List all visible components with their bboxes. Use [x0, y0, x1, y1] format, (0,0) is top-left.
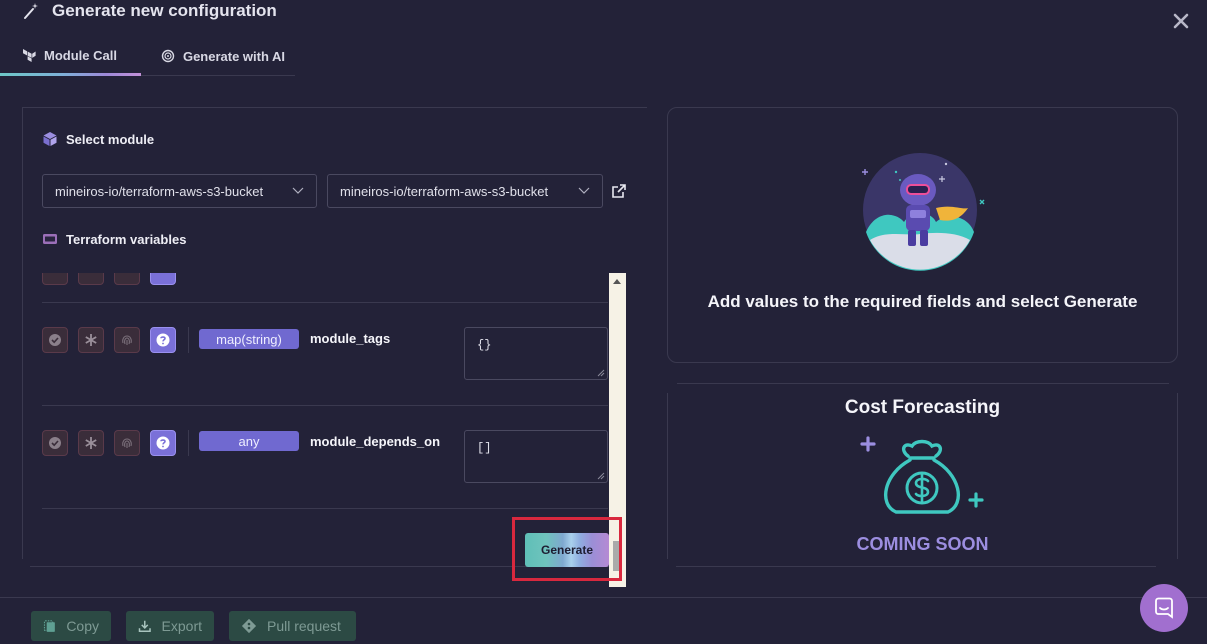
active-tab-indicator: [0, 73, 141, 76]
required-toggle[interactable]: [42, 327, 68, 353]
button-label: Copy: [66, 618, 99, 634]
terraform-variables-heading: Terraform variables: [42, 231, 186, 247]
git-icon: [241, 618, 257, 634]
cost-card-border: [676, 566, 1156, 567]
copy-button[interactable]: Copy: [31, 611, 111, 641]
input-value: {}: [477, 338, 492, 352]
input-value: []: [477, 441, 492, 455]
variable-value-input[interactable]: {}: [464, 327, 608, 380]
check-circle-icon: [49, 437, 61, 449]
pull-request-button[interactable]: Pull request: [229, 611, 356, 641]
dialog-title: Generate new configuration: [52, 1, 277, 20]
heading-text: Terraform variables: [66, 231, 187, 247]
money-bag-icon: [860, 436, 984, 514]
row-divider: [42, 405, 608, 406]
required-toggle[interactable]: [42, 430, 68, 456]
sensitive-toggle[interactable]: [114, 430, 140, 456]
select-value: mineiros-io/terraform-aws-s3-bucket: [340, 183, 549, 199]
variable-name: module_depends_on: [310, 434, 441, 449]
tab-generate-with-ai[interactable]: Generate with AI: [139, 36, 307, 76]
mandatory-toggle[interactable]: [78, 327, 104, 353]
cost-forecasting-title: Cost Forecasting: [844, 397, 1001, 418]
copy-icon: [43, 620, 55, 632]
close-icon[interactable]: [1171, 11, 1191, 31]
export-button[interactable]: Export: [126, 611, 214, 641]
resize-grip-icon[interactable]: [597, 472, 605, 480]
terraform-icon: [23, 49, 36, 62]
sensitive-toggle[interactable]: [114, 327, 140, 353]
vertical-separator: [188, 327, 189, 353]
result-message: Add values to the required fields and se…: [707, 292, 1138, 311]
question-icon: [156, 436, 170, 450]
download-icon: [138, 620, 151, 633]
asterisk-icon: [85, 437, 97, 449]
footer-divider: [0, 597, 1207, 598]
button-label: Export: [161, 618, 202, 634]
astronaut-illustration: [862, 153, 985, 271]
ai-spiral-icon: [161, 49, 175, 63]
variable-value-input[interactable]: []: [464, 430, 608, 483]
chat-support-button[interactable]: [1140, 584, 1188, 632]
mandatory-toggle[interactable]: [78, 430, 104, 456]
vertical-separator: [188, 430, 189, 456]
tab-bar: Module Call Generate with AI: [0, 36, 307, 78]
tab-module-call[interactable]: Module Call: [0, 36, 139, 76]
variable-name: module_tags: [310, 331, 391, 346]
select-module-heading: Select module: [42, 131, 154, 147]
module-source-select[interactable]: mineiros-io/terraform-aws-s3-bucket: [42, 174, 317, 208]
scroll-up-arrow-icon[interactable]: [613, 279, 621, 284]
help-button[interactable]: [150, 430, 176, 456]
highlight-box: [512, 517, 622, 581]
variables-icon: [43, 234, 57, 244]
cost-card-border: [677, 383, 1169, 384]
sensitive-toggle[interactable]: [114, 273, 140, 285]
fingerprint-icon: [122, 438, 132, 448]
help-button[interactable]: [150, 327, 176, 353]
external-link-icon[interactable]: [611, 183, 627, 199]
check-circle-icon: [49, 334, 61, 346]
module-name-select[interactable]: mineiros-io/terraform-aws-s3-bucket: [327, 174, 603, 208]
asterisk-icon: [85, 334, 97, 346]
heading-text: Select module: [66, 131, 155, 147]
row-divider: [42, 508, 608, 509]
cube-icon: [43, 132, 57, 146]
fingerprint-icon: [122, 335, 132, 345]
magic-wand-icon: [24, 3, 38, 19]
chevron-down-icon: [578, 187, 590, 194]
select-value: mineiros-io/terraform-aws-s3-bucket: [55, 183, 264, 199]
chevron-down-icon: [292, 187, 304, 194]
required-toggle[interactable]: [42, 273, 68, 285]
tab-label: Module Call: [44, 47, 117, 63]
button-label: Pull request: [267, 618, 341, 634]
type-badge: map(string): [199, 329, 299, 349]
mandatory-toggle[interactable]: [78, 273, 104, 285]
type-badge: any: [199, 431, 299, 451]
help-button[interactable]: [150, 273, 176, 285]
dialog-header: Generate new configuration: [22, 0, 277, 22]
coming-soon-label: COMING SOON: [856, 534, 989, 554]
question-icon: [156, 333, 170, 347]
tab-label: Generate with AI: [182, 48, 286, 64]
chat-icon: [1155, 597, 1173, 619]
resize-grip-icon[interactable]: [597, 369, 605, 377]
row-divider: [42, 302, 608, 303]
